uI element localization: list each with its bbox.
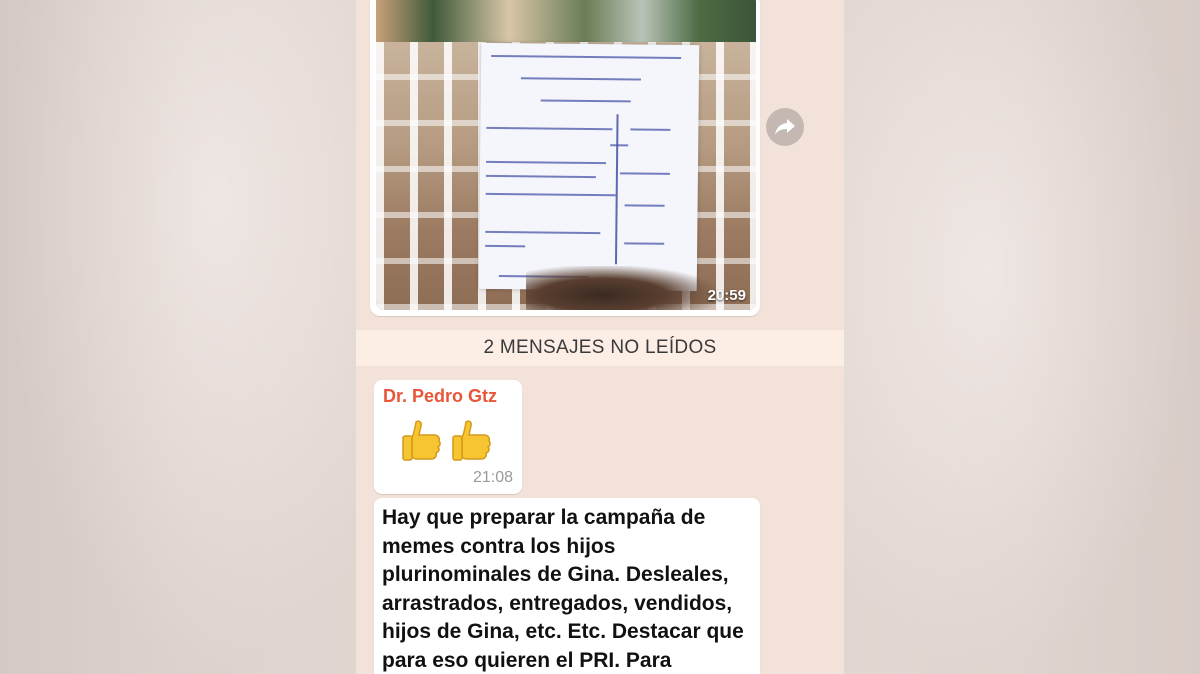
unread-messages-label: 2 MENSAJES NO LEÍDOS — [483, 337, 717, 358]
thumbs-up-icon — [402, 420, 441, 461]
text-message-bubble[interactable]: Hay que preparar la campaña de memes con… — [374, 498, 760, 674]
emoji-message-timestamp: 21:08 — [472, 469, 513, 486]
blurred-background-left — [0, 0, 356, 674]
emoji-message-bubble[interactable]: Dr. Pedro Gtz 21:08 — [374, 380, 522, 494]
message-text: Hay que preparar la campaña de memes con… — [382, 506, 744, 672]
handwritten-tally-sign — [478, 42, 700, 292]
photo-hand — [526, 266, 716, 310]
forward-button[interactable] — [766, 108, 804, 146]
tally-sheet-photo[interactable]: 20:59 — [376, 0, 756, 310]
thumbs-up-emojis — [400, 418, 494, 464]
sender-name[interactable]: Dr. Pedro Gtz — [383, 386, 497, 407]
chat-window: 20:59 2 MENSAJES NO LEÍDOS Dr. Pedro Gtz… — [356, 0, 844, 674]
thumbs-up-icon — [452, 420, 491, 461]
unread-messages-divider: 2 MENSAJES NO LEÍDOS — [356, 330, 844, 366]
photo-timestamp: 20:59 — [707, 287, 746, 304]
photo-message-bubble[interactable]: 20:59 — [370, 0, 760, 316]
blurred-background-right — [844, 0, 1200, 674]
forward-arrow-icon — [775, 119, 795, 135]
